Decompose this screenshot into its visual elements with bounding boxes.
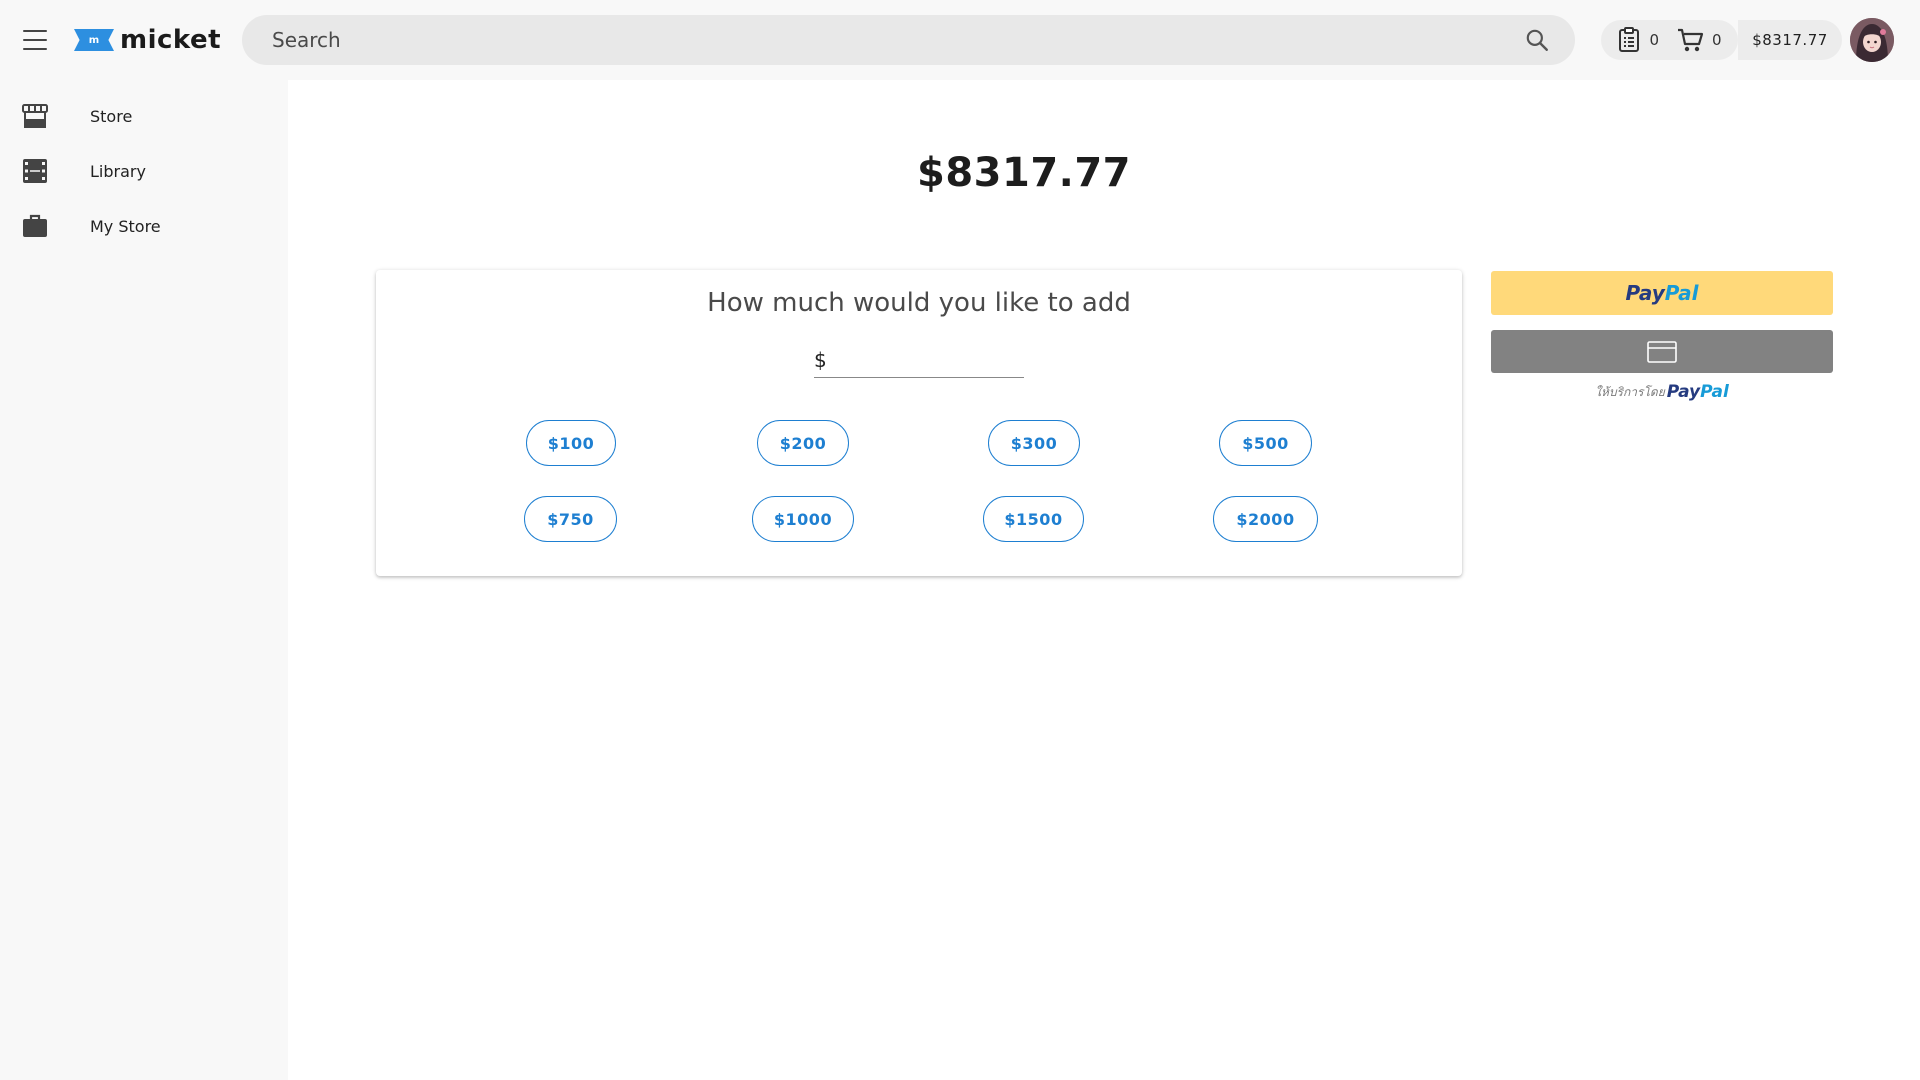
logo-text: micket (120, 25, 222, 55)
sidebar-item-label: My Store (90, 216, 161, 236)
sidebar-item-my-store[interactable]: My Store (0, 200, 288, 252)
sidebar-item-store[interactable]: Store (0, 90, 288, 142)
preset-1500-button[interactable]: $1500 (983, 496, 1084, 542)
wallet-balance: $8317.77 (288, 150, 1920, 196)
sidebar-item-label: Store (90, 106, 133, 126)
preset-100-button[interactable]: $100 (526, 420, 616, 466)
preset-1000-button[interactable]: $1000 (752, 496, 854, 542)
amount-input[interactable] (832, 347, 1082, 372)
logo-mark: m (74, 29, 114, 51)
powered-by-label: ให้บริการโดย (1595, 384, 1665, 399)
search-input[interactable] (272, 28, 1521, 52)
paypal-wordmark-part2: Pal (1700, 382, 1729, 402)
cart-icon (1677, 28, 1704, 52)
sidebar-item-library[interactable]: Library (0, 145, 288, 197)
debit-credit-card-button[interactable] (1491, 330, 1833, 373)
search-icon[interactable] (1521, 24, 1553, 56)
credit-card-icon (1647, 340, 1677, 363)
paypal-button[interactable]: Pay Pal (1491, 271, 1833, 315)
header-balance[interactable]: $8317.77 (1738, 20, 1842, 60)
paypal-wordmark: PayPal (1667, 382, 1729, 402)
topup-card: How much would you like to add $ $100 $2… (376, 270, 1462, 576)
search-bar (242, 15, 1575, 65)
orders-button[interactable]: 0 (1617, 27, 1659, 53)
avatar[interactable] (1850, 18, 1894, 62)
sidebar-item-label: Library (90, 161, 146, 181)
hamburger-icon[interactable] (20, 28, 50, 52)
amount-field: $ (814, 342, 1082, 378)
paypal-logo-part1: Pay (1625, 281, 1665, 305)
clipboard-icon (1619, 27, 1640, 52)
preset-750-button[interactable]: $750 (524, 496, 617, 542)
preset-200-button[interactable]: $200 (757, 420, 849, 466)
sidebar: Store Library My Store (0, 80, 288, 1080)
top-bar: m micket 0 (0, 0, 1920, 80)
preset-300-button[interactable]: $300 (988, 420, 1080, 466)
header-counters: 0 0 (1601, 20, 1738, 60)
preset-2000-button[interactable]: $2000 (1213, 496, 1318, 542)
cart-count: 0 (1711, 31, 1722, 49)
briefcase-icon (23, 214, 47, 237)
paypal-wordmark-part1: Pay (1666, 382, 1701, 402)
cart-button[interactable]: 0 (1676, 27, 1722, 53)
preset-500-button[interactable]: $500 (1219, 420, 1312, 466)
wallet-balance-value: $8317.77 (916, 150, 1132, 196)
orders-count: 0 (1649, 31, 1660, 49)
powered-by-paypal: ให้บริการโดย PayPal (1491, 380, 1833, 404)
paypal-logo-part2: Pal (1664, 281, 1699, 305)
logo[interactable]: m micket (74, 24, 221, 56)
main-content: $8317.77 How much would you like to add … (288, 80, 1920, 1080)
currency-symbol: $ (814, 347, 827, 372)
film-icon (23, 159, 47, 183)
topup-title: How much would you like to add (707, 288, 1131, 318)
storefront-icon (22, 104, 48, 128)
